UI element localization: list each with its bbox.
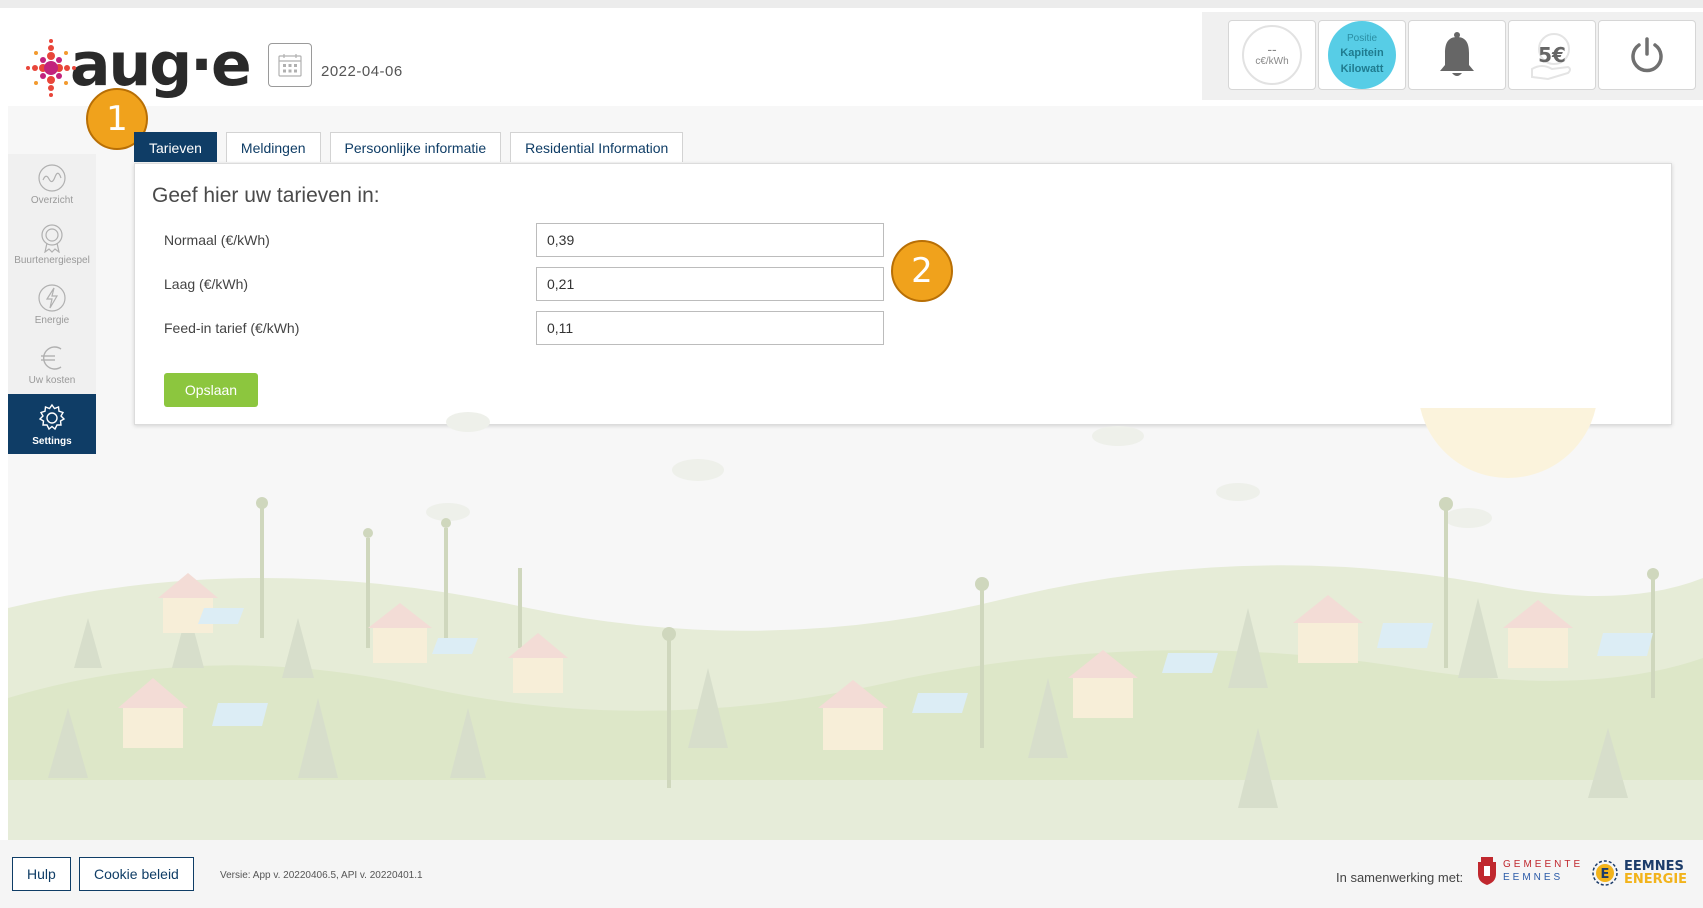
- step-badge-2: 2: [891, 240, 953, 302]
- bell-icon: [1440, 32, 1474, 76]
- price-value: --: [1267, 41, 1277, 57]
- sidebar-item-label: Energie: [34, 314, 70, 326]
- form-row-feed-in: Feed-in tarief (€/kWh): [164, 311, 884, 345]
- laag-input[interactable]: [536, 267, 884, 301]
- landscape-illustration: [8, 408, 1703, 840]
- sidebar-item-label: Uw kosten: [28, 374, 76, 386]
- sidebar-item-label: Buurtenergiespel: [14, 254, 90, 266]
- logo-text: aug·e: [70, 30, 252, 100]
- profile-line3: Kilowatt: [1340, 63, 1384, 75]
- settings-tabs: Tarieven Meldingen Persoonlijke informat…: [134, 132, 692, 162]
- save-button[interactable]: Opslaan: [164, 373, 258, 407]
- tab-tarieven[interactable]: Tarieven: [134, 132, 217, 162]
- savings-label: 5€: [1538, 43, 1566, 67]
- partner2-line2: ENERGIE: [1624, 872, 1688, 887]
- logout-button[interactable]: [1598, 20, 1696, 90]
- normaal-label: Normaal (€/kWh): [164, 232, 270, 248]
- help-button[interactable]: Hulp: [12, 857, 71, 891]
- cookie-policy-button[interactable]: Cookie beleid: [79, 857, 194, 891]
- profile-widget[interactable]: Positie Kapitein Kilowatt: [1318, 20, 1406, 90]
- calendar-icon[interactable]: [268, 43, 312, 87]
- price-unit: c€/kWh: [1255, 56, 1289, 67]
- price-gauge: -- c€/kWh: [1242, 25, 1302, 85]
- euro-icon: [41, 345, 62, 370]
- partner1-text: GEMEENTE EEMNES: [1503, 858, 1583, 884]
- tab-residential-information[interactable]: Residential Information: [510, 132, 684, 162]
- feed-in-input[interactable]: [536, 311, 884, 345]
- current-date: 2022-04-06: [321, 63, 403, 80]
- partner1-line2: EEMNES: [1503, 872, 1564, 883]
- version-text: Versie: App v. 20220406.5, API v. 202204…: [220, 870, 423, 881]
- partners-label: In samenwerking met:: [1336, 870, 1464, 885]
- notifications-button[interactable]: [1408, 20, 1506, 90]
- tab-meldingen[interactable]: Meldingen: [225, 132, 321, 162]
- form-row-normaal: Normaal (€/kWh): [164, 223, 884, 257]
- sidebar-item-label: Overzicht: [30, 194, 74, 206]
- profile-line1: Positie: [1346, 33, 1377, 44]
- feed-in-label: Feed-in tarief (€/kWh): [164, 320, 300, 336]
- power-icon: [1631, 37, 1663, 73]
- price-widget[interactable]: -- c€/kWh: [1228, 20, 1316, 90]
- tab-persoonlijke-informatie[interactable]: Persoonlijke informatie: [329, 132, 502, 162]
- header: aug·e 2022-04-06 -- c€/kWh Positie Kapit…: [8, 8, 1703, 106]
- normaal-input[interactable]: [536, 223, 884, 257]
- partner1-line1: GEMEENTE: [1503, 859, 1584, 870]
- profile-line2: Kapitein: [1340, 47, 1384, 59]
- panel-title: Geef hier uw tarieven in:: [152, 184, 380, 207]
- header-widgets: -- c€/kWh Positie Kapitein Kilowatt 5€: [1202, 12, 1703, 100]
- overview-icon: [38, 163, 66, 192]
- partner2-text: EEMNES ENERGIE: [1624, 860, 1687, 886]
- sidebar-item-uw-kosten[interactable]: Uw kosten: [8, 334, 96, 394]
- logo-mark-icon: [26, 39, 76, 97]
- form-row-laag: Laag (€/kWh): [164, 267, 884, 301]
- sidebar-item-buurtenergiespel[interactable]: Buurtenergiespel: [8, 214, 96, 274]
- app-page: aug·e 2022-04-06 -- c€/kWh Positie Kapit…: [8, 8, 1703, 840]
- footer: Hulp Cookie beleid Versie: App v. 202204…: [0, 840, 1703, 908]
- svg-text:E: E: [1601, 867, 1610, 882]
- gemeente-eemnes-logo[interactable]: GEMEENTE EEMNES: [1476, 856, 1583, 886]
- award-icon: [41, 223, 63, 253]
- laag-label: Laag (€/kWh): [164, 276, 249, 292]
- energie-sun-icon: E: [1592, 860, 1618, 886]
- profile-avatar: Positie Kapitein Kilowatt: [1328, 21, 1396, 89]
- top-strip: [0, 0, 1703, 8]
- sidebar-item-energie[interactable]: Energie: [8, 274, 96, 334]
- lightning-icon: [38, 283, 66, 312]
- eemnes-energie-logo[interactable]: E EEMNES ENERGIE: [1590, 858, 1687, 888]
- municipality-crest-icon: [1478, 857, 1496, 885]
- savings-button[interactable]: 5€: [1508, 20, 1596, 90]
- sidebar-item-overzicht[interactable]: Overzicht: [8, 154, 96, 214]
